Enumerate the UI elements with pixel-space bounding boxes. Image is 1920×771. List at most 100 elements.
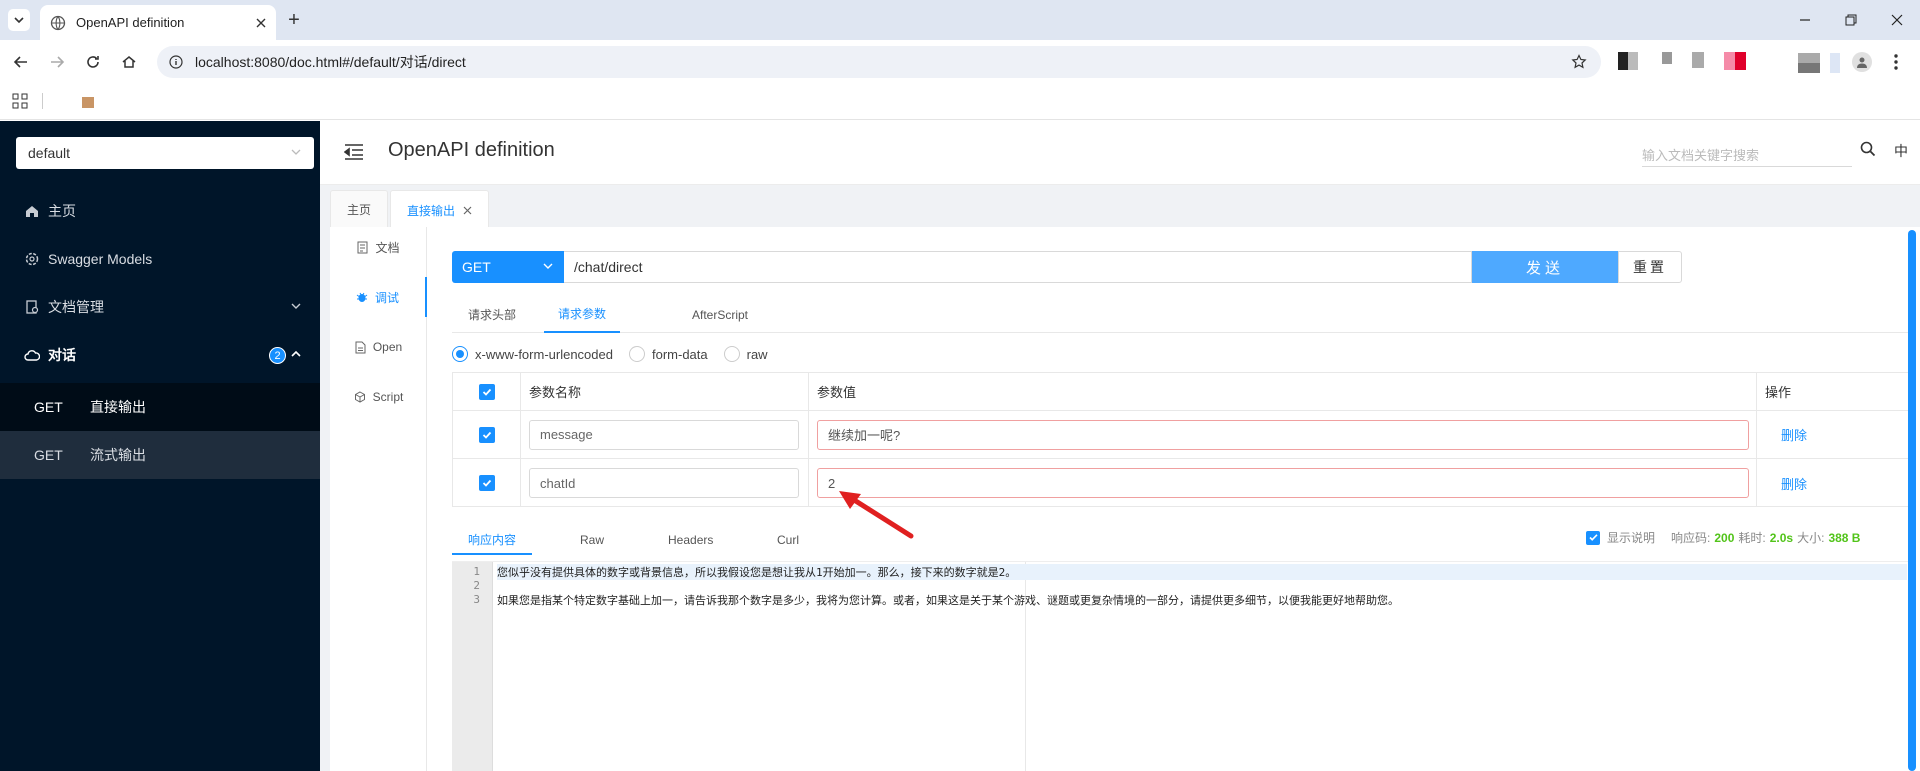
tab-curl[interactable]: Curl [777, 525, 799, 555]
menu-fold-icon[interactable] [343, 143, 364, 164]
vmenu-doc[interactable]: 文档 [330, 227, 427, 267]
sidebar-item-label: 对话 [48, 347, 76, 363]
browser-tab[interactable]: OpenAPI definition [40, 5, 276, 40]
chevron-down-icon [291, 149, 301, 155]
code-line: 如果您是指某个特定数字基础上加一，请告诉我那个数字是多少，我将为您计算。或者，如… [497, 594, 1399, 607]
search-icon[interactable] [1860, 141, 1876, 160]
row-checkbox[interactable] [479, 426, 495, 443]
home-icon [24, 203, 40, 219]
radio-raw[interactable]: raw [723, 346, 768, 362]
sidebar-subitem-label: 流式输出 [90, 447, 146, 463]
sidebar-item-home[interactable]: 主页 [0, 187, 320, 235]
vertical-menu: 文档 调试 Open Script [330, 227, 427, 771]
select-all-cell [453, 373, 521, 410]
tab-headers[interactable]: Headers [668, 525, 713, 555]
browser-navbar: localhost:8080/doc.html#/default/对话/dire… [0, 40, 1920, 84]
tab-raw[interactable]: Raw [580, 525, 604, 555]
param-name-input[interactable]: message [529, 419, 799, 450]
line-gutter: 1 2 3 [452, 562, 493, 771]
line-number: 1 [473, 565, 480, 578]
home-button[interactable] [118, 51, 140, 73]
method-value: GET [462, 259, 491, 275]
radio-label: x-www-form-urlencoded [475, 346, 613, 362]
vmenu-open[interactable]: Open [330, 327, 427, 367]
radio-circle [452, 346, 468, 362]
extension-icon[interactable] [1798, 53, 1820, 73]
response-size: 388 B [1828, 530, 1861, 545]
http-method: GET [34, 399, 63, 415]
send-button[interactable]: 发送 [1472, 251, 1618, 283]
delete-link[interactable]: 删除 [1781, 425, 1807, 444]
radio-form-data[interactable]: form-data [628, 346, 708, 362]
page-scrollbar[interactable] [1908, 230, 1916, 771]
tab-request-params[interactable]: 请求参数 [544, 296, 621, 333]
delete-link[interactable]: 删除 [1781, 474, 1807, 493]
close-icon[interactable] [256, 18, 266, 28]
search-input[interactable]: 输入文档关键字搜索 [1642, 139, 1852, 167]
reload-button[interactable] [82, 51, 104, 73]
new-tab-button[interactable]: + [282, 8, 306, 32]
show-desc-checkbox[interactable] [1586, 530, 1600, 545]
document-tabs: 主页 直接输出 [330, 190, 491, 229]
tab-home[interactable]: 主页 [330, 190, 389, 227]
script-icon [354, 391, 366, 403]
menu-kebab-icon[interactable] [1890, 52, 1902, 72]
sidebar-item-label: 主页 [48, 203, 76, 219]
tab-request-headers[interactable]: 请求头部 [468, 296, 516, 333]
header-param-name: 参数名称 [521, 373, 809, 410]
language-toggle[interactable]: 中 [1894, 141, 1908, 161]
close-icon[interactable] [463, 206, 472, 215]
method-select[interactable]: GET [452, 251, 564, 283]
minimize-icon [1800, 19, 1810, 21]
minimize-button[interactable] [1790, 8, 1820, 32]
check-icon [1588, 534, 1598, 541]
tab-search-button[interactable] [8, 9, 30, 31]
tab-afterscript[interactable]: AfterScript [692, 296, 748, 333]
header-param-value: 参数值 [809, 373, 1757, 410]
extension-icon[interactable] [1830, 53, 1840, 73]
line-number: 2 [473, 579, 480, 592]
code-line: 您似乎没有提供具体的数字或背景信息，所以我假设您是想让我从1开始加一。那么，接下… [497, 564, 1907, 580]
close-window-button[interactable] [1882, 8, 1912, 32]
extension-icon[interactable] [1662, 52, 1672, 64]
extension-icon[interactable] [1618, 52, 1638, 70]
bookmark-icon[interactable] [82, 97, 94, 108]
params-table: 参数名称 参数值 操作 message 继续加一呢? 删除 chatId 2 删… [452, 372, 1910, 507]
param-value-input[interactable]: 继续加一呢? [817, 419, 1749, 450]
sidebar-subitem-stream[interactable]: GET 流式输出 [0, 431, 320, 479]
tab-direct[interactable]: 直接输出 [390, 190, 490, 229]
forward-button[interactable] [46, 51, 68, 73]
param-name-input[interactable]: chatId [529, 468, 799, 498]
profile-icon[interactable] [1852, 52, 1872, 72]
sidebar-item-swagger-models[interactable]: Swagger Models [0, 235, 320, 283]
cloud-icon [24, 347, 40, 363]
response-editor[interactable]: 1 2 3 您似乎没有提供具体的数字或背景信息，所以我假设您是想让我从1开始加一… [452, 561, 1910, 771]
tab-response-content[interactable]: 响应内容 [452, 525, 533, 555]
select-all-checkbox[interactable] [479, 383, 495, 400]
row-checkbox[interactable] [479, 475, 495, 491]
request-path-input[interactable]: /chat/direct [564, 251, 1472, 283]
sidebar-item-doc-manage[interactable]: 文档管理 [0, 283, 320, 331]
divider [42, 93, 43, 109]
vmenu-debug[interactable]: 调试 [330, 277, 427, 317]
address-bar[interactable]: localhost:8080/doc.html#/default/对话/dire… [157, 46, 1601, 78]
code-label: 响应码: [1671, 531, 1711, 545]
tab-label: 主页 [347, 202, 372, 217]
back-button[interactable] [10, 51, 32, 73]
sidebar-subitem-direct[interactable]: GET 直接输出 [0, 383, 320, 431]
radio-urlencoded[interactable]: x-www-form-urlencoded [452, 346, 613, 362]
group-select[interactable]: default [16, 137, 314, 169]
apps-grid-icon[interactable] [12, 93, 28, 112]
vmenu-script[interactable]: Script [330, 377, 427, 417]
bookmarks-bar [0, 84, 1920, 120]
extension-icon[interactable] [1692, 52, 1704, 68]
browser-tab-title: OpenAPI definition [76, 15, 185, 30]
param-value-input[interactable]: 2 [817, 468, 1749, 498]
extension-icon[interactable] [1724, 52, 1746, 70]
star-icon[interactable] [1571, 54, 1587, 70]
restore-button[interactable] [1836, 8, 1866, 32]
reset-button[interactable]: 重置 [1618, 251, 1682, 283]
sidebar: default 主页 Swagger Models 文档管理 对话 2 GET … [0, 121, 320, 771]
size-label: 大小: [1797, 531, 1825, 545]
sidebar-item-chat[interactable]: 对话 2 [0, 331, 320, 379]
